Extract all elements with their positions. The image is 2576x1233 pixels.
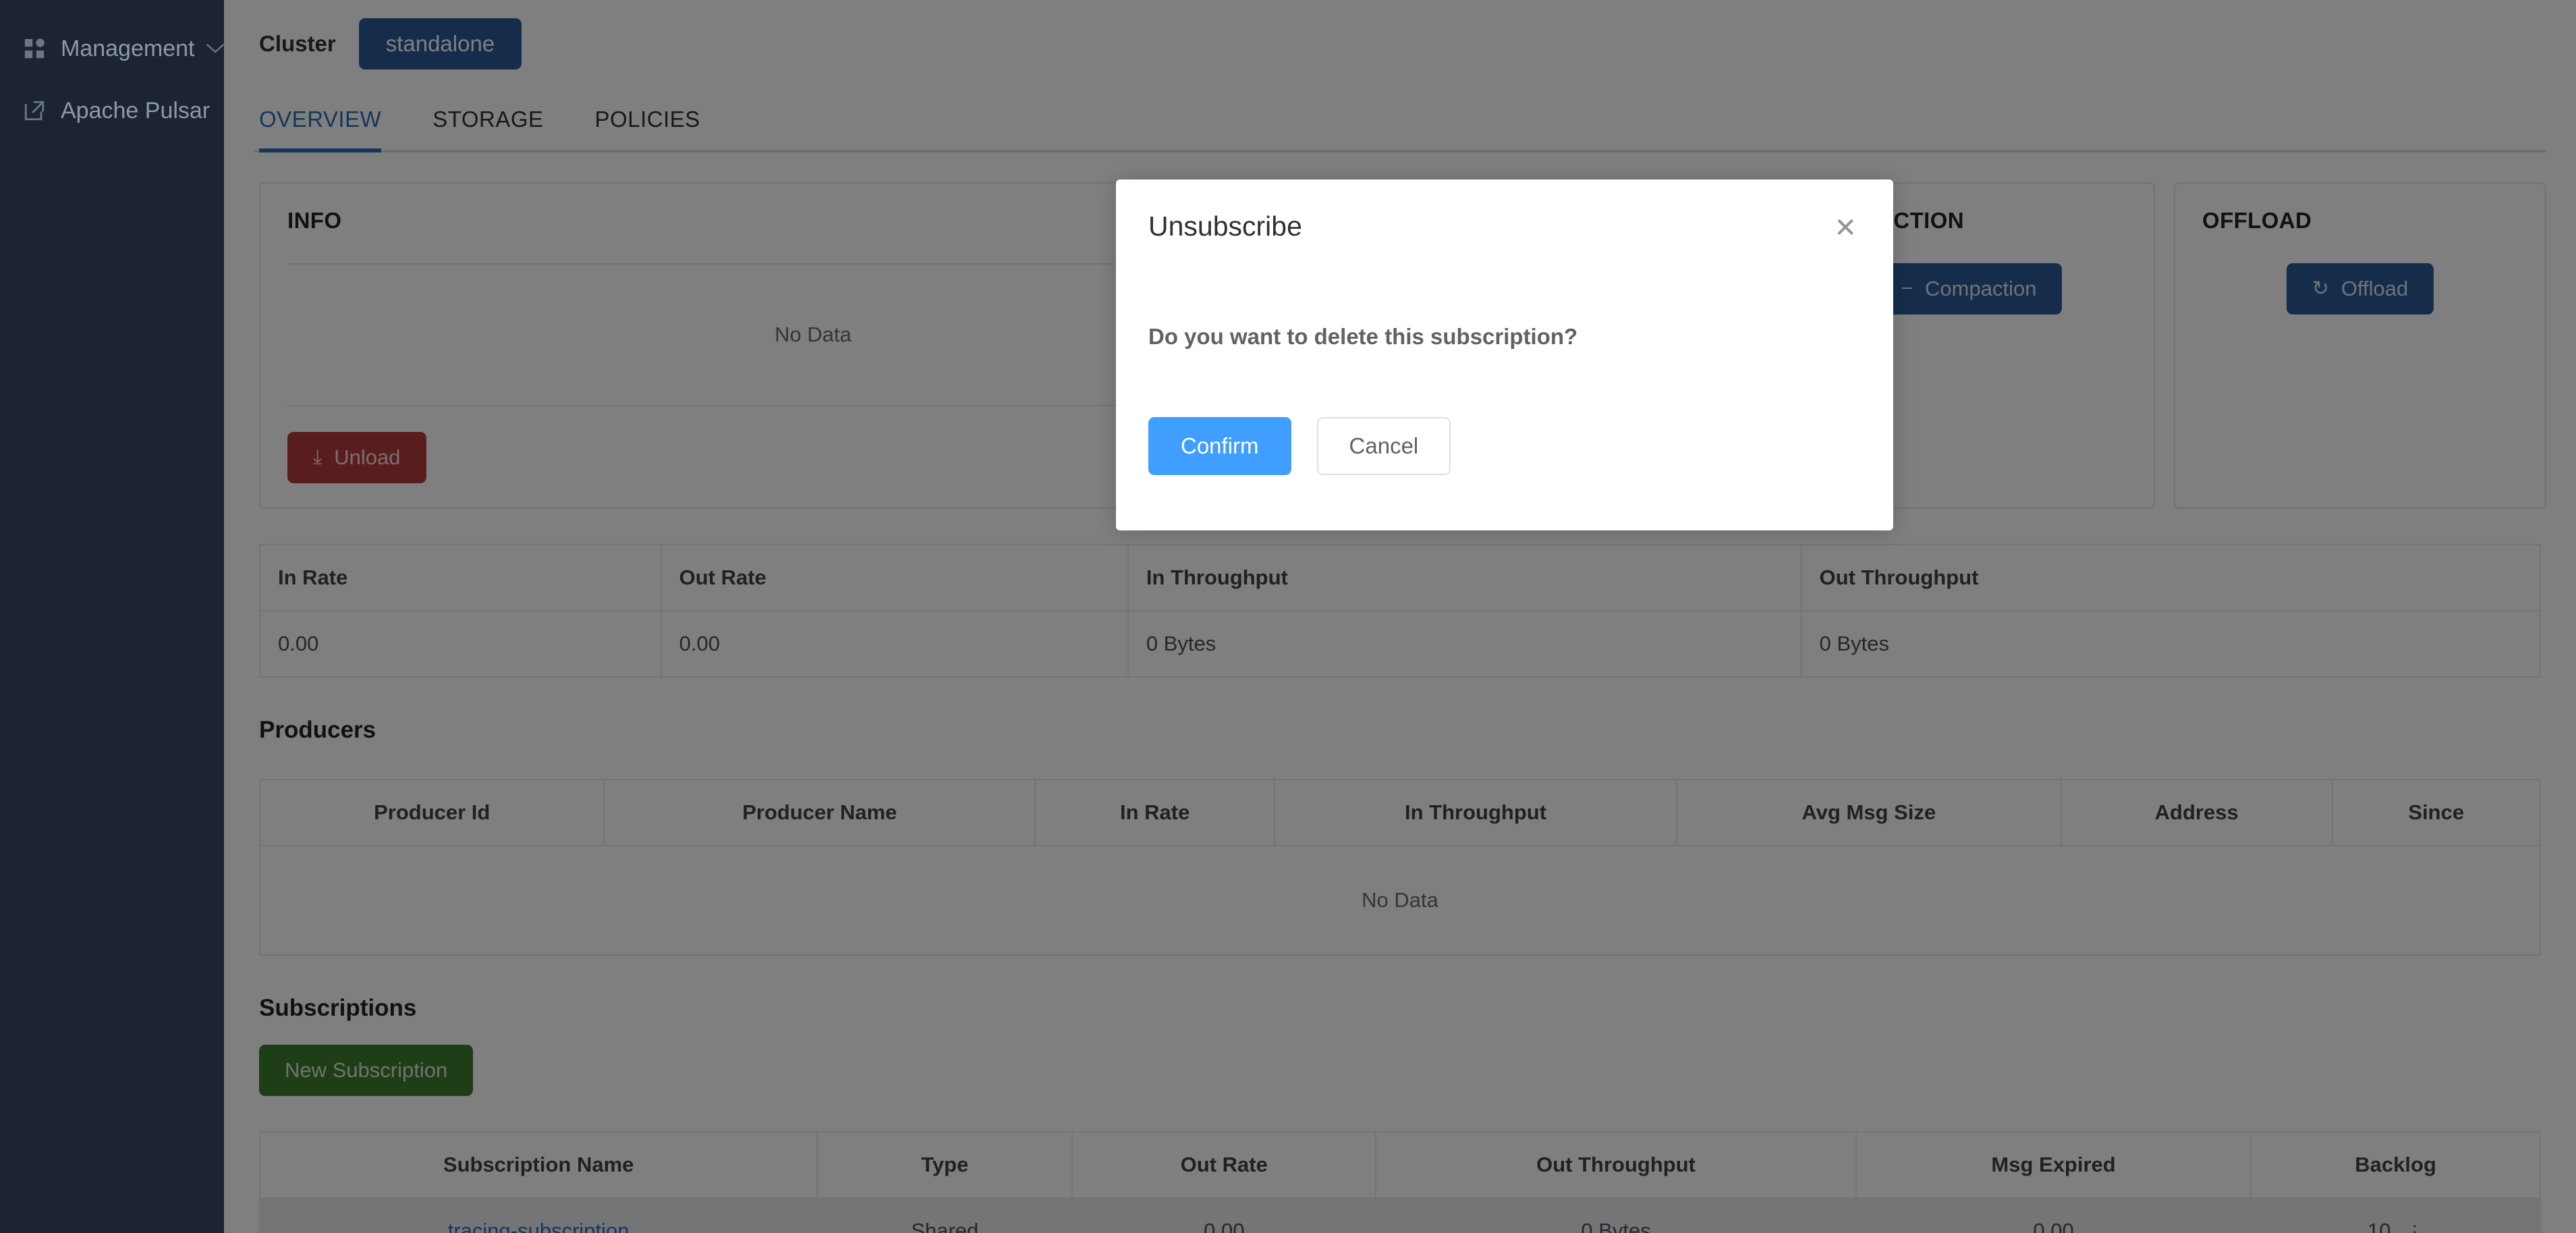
chevron-down-icon[interactable]	[194, 42, 225, 55]
sidebar-item-label: Management	[61, 35, 195, 61]
dialog-message: Do you want to delete this subscription?	[1148, 324, 1578, 349]
confirm-button[interactable]: Confirm	[1148, 417, 1291, 475]
cancel-button[interactable]: Cancel	[1316, 417, 1451, 475]
sidebar-item-apache-pulsar[interactable]: Apache Pulsar	[0, 80, 224, 142]
unsubscribe-dialog: Unsubscribe ✕ Do you want to delete this…	[1116, 180, 1893, 530]
sidebar-item-label: Apache Pulsar	[61, 97, 211, 124]
external-link-icon	[23, 99, 61, 122]
dialog-title: Unsubscribe	[1148, 211, 1302, 242]
app-root: Management Apache Pulsar Cluster	[0, 0, 2576, 1233]
grid-icon	[23, 37, 61, 60]
sidebar: Management Apache Pulsar	[0, 0, 225, 1233]
close-icon[interactable]: ✕	[1830, 212, 1861, 244]
dialog-header: Unsubscribe ✕	[1116, 180, 1893, 244]
sidebar-item-management[interactable]: Management	[0, 18, 225, 80]
main-content: Cluster standalone OVERVIEW STORAGE POLI…	[224, 0, 2576, 1233]
dialog-footer: Confirm Cancel	[1116, 350, 1893, 475]
